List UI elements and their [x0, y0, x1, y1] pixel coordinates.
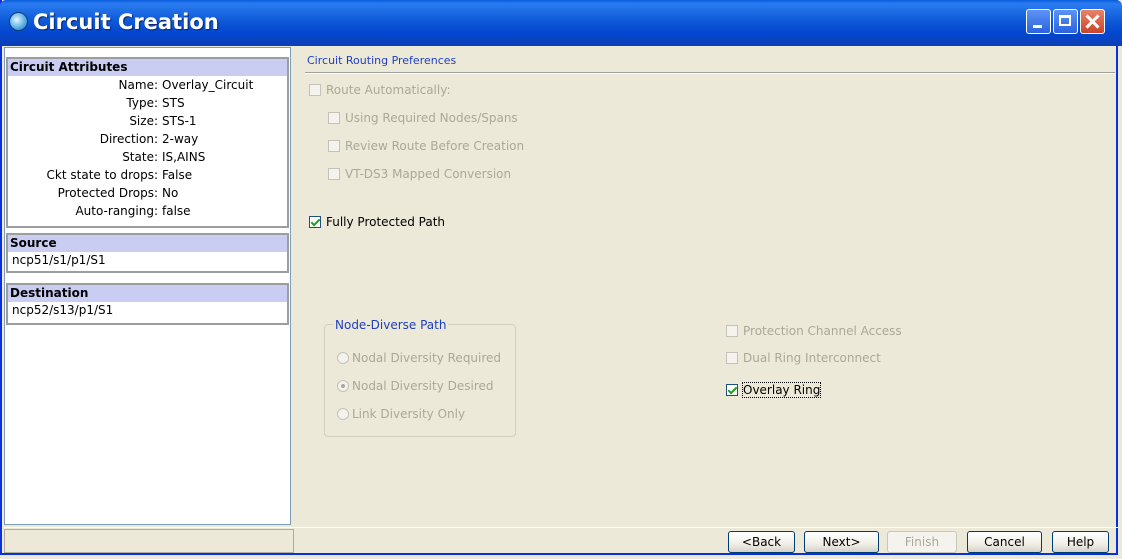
- radio-label: Nodal Diversity Desired: [352, 379, 494, 393]
- checkbox-label: Fully Protected Path: [326, 215, 446, 229]
- attr-value: Overlay_Circuit: [162, 78, 254, 92]
- attr-row-auto-ranging: Auto-ranging: false: [8, 202, 287, 220]
- attr-key: Protected Drops:: [57, 186, 158, 200]
- section-divider: [305, 72, 1115, 74]
- minimize-button[interactable]: [1026, 9, 1051, 34]
- review-route-checkbox[interactable]: Review Route Before Creation: [328, 138, 524, 154]
- app-globe-icon: [9, 12, 28, 31]
- dual-ring-interconnect-checkbox[interactable]: Dual Ring Interconnect: [726, 350, 881, 366]
- attr-value: STS-1: [162, 114, 197, 128]
- circuit-attributes-header: Circuit Attributes: [8, 59, 287, 76]
- attr-row-name: Name: Overlay_Circuit: [8, 76, 287, 94]
- attr-row-size: Size: STS-1: [8, 112, 287, 130]
- radio-label: Nodal Diversity Required: [352, 351, 502, 365]
- source-value: ncp51/s1/p1/S1: [12, 253, 106, 267]
- radio-label: Link Diversity Only: [352, 407, 466, 421]
- attr-value: STS: [162, 96, 185, 110]
- cancel-button[interactable]: Cancel: [967, 531, 1042, 553]
- close-button[interactable]: [1080, 9, 1105, 34]
- next-button[interactable]: Next>: [804, 531, 879, 553]
- checkbox-box: [726, 351, 738, 364]
- radio-link-diversity-only[interactable]: Link Diversity Only: [337, 406, 465, 422]
- checkbox-box: [726, 324, 738, 337]
- fully-protected-path-checkbox[interactable]: Fully Protected Path: [309, 214, 445, 230]
- checkbox-box: [726, 383, 738, 396]
- attr-key: State:: [122, 150, 158, 164]
- protection-channel-access-checkbox[interactable]: Protection Channel Access: [726, 323, 902, 339]
- circuit-attributes-group: Circuit Attributes Name: Overlay_Circuit …: [6, 57, 289, 228]
- attr-value: No: [162, 186, 179, 200]
- checkbox-label: Route Automatically:: [326, 83, 451, 97]
- checkbox-box: [309, 83, 321, 96]
- node-diverse-path-legend: Node-Diverse Path: [333, 318, 449, 332]
- radio-dot: [337, 351, 349, 364]
- source-header: Source: [8, 235, 287, 252]
- destination-header: Destination: [8, 285, 287, 302]
- attr-key: Direction:: [99, 132, 158, 146]
- attr-value: false: [162, 204, 191, 218]
- attr-row-state: State: IS,AINS: [8, 148, 287, 166]
- help-button[interactable]: Help: [1052, 531, 1109, 553]
- checkbox-label: Using Required Nodes/Spans: [345, 111, 518, 125]
- using-required-nodes-checkbox[interactable]: Using Required Nodes/Spans: [328, 110, 518, 126]
- attr-key: Name:: [118, 78, 158, 92]
- destination-value: ncp52/s13/p1/S1: [12, 303, 114, 317]
- attr-value: 2-way: [162, 132, 199, 146]
- radio-dot: [337, 379, 349, 392]
- checkbox-label: Dual Ring Interconnect: [743, 351, 881, 365]
- attr-row-ckt-state: Ckt state to drops: False: [8, 166, 287, 184]
- attr-key: Ckt state to drops:: [46, 168, 158, 182]
- checkbox-box: [328, 167, 340, 180]
- window-title: Circuit Creation: [33, 10, 219, 34]
- checkbox-label: Overlay Ring: [741, 382, 822, 398]
- attr-row-type: Type: STS: [8, 94, 287, 112]
- vt-ds3-checkbox[interactable]: VT-DS3 Mapped Conversion: [328, 166, 511, 182]
- maximize-button[interactable]: [1053, 9, 1078, 34]
- section-title: Circuit Routing Preferences: [307, 54, 457, 67]
- attr-value: False: [162, 168, 193, 182]
- checkbox-label: VT-DS3 Mapped Conversion: [345, 167, 512, 181]
- attr-key: Auto-ranging:: [75, 204, 158, 218]
- checkbox-box: [328, 111, 340, 124]
- circuit-summary-panel: Circuit Attributes Name: Overlay_Circuit …: [4, 47, 291, 525]
- attr-row-direction: Direction: 2-way: [8, 130, 287, 148]
- checkbox-label: Review Route Before Creation: [345, 139, 525, 153]
- attr-key: Type:: [126, 96, 158, 110]
- source-group: Source ncp51/s1/p1/S1: [6, 233, 289, 273]
- radio-nodal-diversity-desired[interactable]: Nodal Diversity Desired: [337, 378, 494, 394]
- attr-key: Size:: [129, 114, 158, 128]
- checkbox-label: Protection Channel Access: [743, 324, 902, 338]
- checkbox-box: [309, 215, 321, 228]
- destination-group: Destination ncp52/s13/p1/S1: [6, 283, 289, 325]
- attr-row-protected-drops: Protected Drops: No: [8, 184, 287, 202]
- checkbox-box: [328, 139, 340, 152]
- route-automatically-checkbox[interactable]: Route Automatically:: [309, 82, 450, 98]
- title-bar[interactable]: Circuit Creation: [0, 0, 1122, 46]
- finish-button[interactable]: Finish: [887, 531, 957, 553]
- attr-value: IS,AINS: [162, 150, 206, 164]
- back-button[interactable]: <Back: [728, 531, 795, 553]
- radio-dot: [337, 407, 349, 420]
- radio-nodal-diversity-required[interactable]: Nodal Diversity Required: [337, 350, 501, 366]
- overlay-ring-checkbox[interactable]: Overlay Ring: [726, 382, 822, 398]
- status-area: [4, 529, 294, 553]
